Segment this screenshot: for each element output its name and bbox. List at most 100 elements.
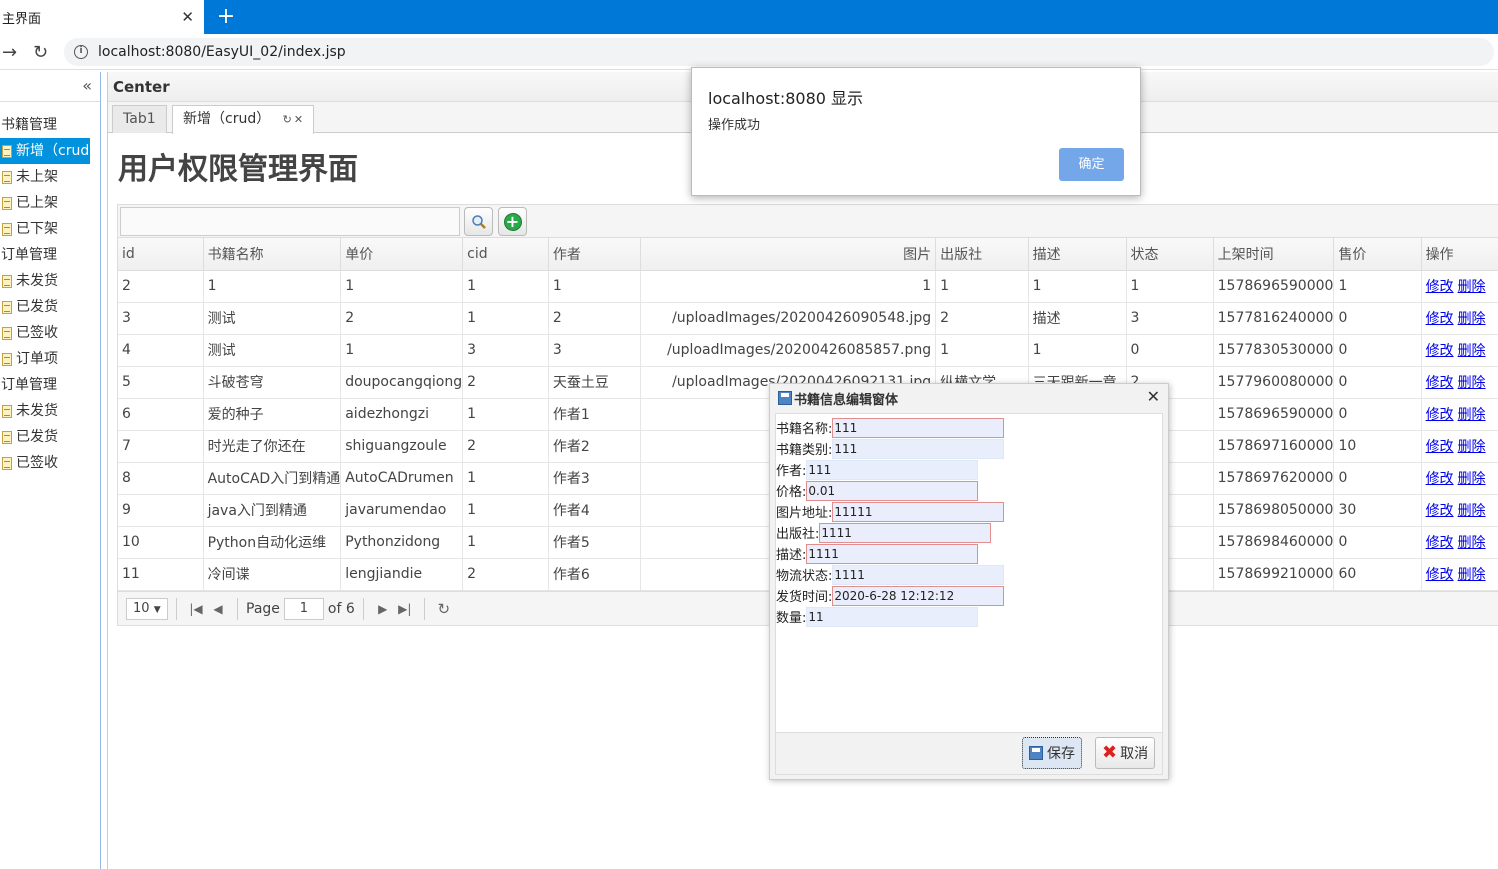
next-page-icon[interactable]: ▶ [372,602,394,616]
tree-item[interactable]: 新增（crud） [0,138,90,164]
table-cell: 1 [1028,270,1127,303]
tree-group[interactable]: 订单管理 [0,242,100,268]
edit-link[interactable]: 修改 [1426,439,1454,455]
field-input[interactable] [806,459,979,480]
field-input[interactable] [806,480,979,501]
table-cell: 2 [935,302,1029,335]
edit-link[interactable]: 修改 [1426,407,1454,423]
tree-item-label: 新增（crud） [16,143,90,159]
table-row[interactable]: 2 1 1 1 1 1 1 1 1 1578696590000 1 修改 删除 [118,270,1498,303]
column-header[interactable]: 图片 [640,238,937,271]
field-input[interactable] [832,564,1005,585]
table-cell: 0 [1333,462,1422,495]
edit-link[interactable]: 修改 [1426,343,1454,359]
table-cell: AutoCADrumen [340,462,464,495]
column-header[interactable]: 操作 [1421,238,1498,271]
column-header[interactable]: 作者 [548,238,642,271]
last-page-icon[interactable]: ▶| [394,602,416,616]
window-header[interactable]: 书籍信息编辑窗体 ✕ [770,384,1168,412]
delete-link[interactable]: 删除 [1458,311,1486,327]
reload-icon[interactable]: ↻ [33,42,48,63]
delete-link[interactable]: 删除 [1458,471,1486,487]
tree-item-label: 书籍管理 [1,117,57,133]
field-input[interactable] [806,606,979,627]
delete-link[interactable]: 删除 [1458,343,1486,359]
delete-link[interactable]: 删除 [1458,407,1486,423]
table-row[interactable]: 3 测试 2 1 2/uploadImages/20200426090548.jpg 2 描… [118,302,1498,335]
first-page-icon[interactable]: |◀ [185,602,207,616]
prev-page-icon[interactable]: ◀ [207,602,229,616]
tab-tab1[interactable]: Tab1 [112,105,167,133]
delete-link[interactable]: 删除 [1458,439,1486,455]
delete-link[interactable]: 删除 [1458,503,1486,519]
edit-link[interactable]: 修改 [1426,279,1454,295]
delete-link[interactable]: 删除 [1458,375,1486,391]
close-tab-icon[interactable]: ✕ [294,113,303,126]
edit-link[interactable]: 修改 [1426,535,1454,551]
save-button[interactable]: 保存 [1022,737,1082,769]
tree-item[interactable]: 订单项 [0,346,100,372]
table-cell: 9 [118,494,204,527]
edit-link[interactable]: 修改 [1426,503,1454,519]
field-input[interactable] [832,438,1005,459]
page-number-input[interactable]: 1 [283,597,324,620]
table-cell: 作者2 [548,430,642,463]
save-icon [778,391,792,405]
close-window-icon[interactable]: ✕ [1147,387,1160,406]
add-button[interactable]: + [498,207,527,236]
cancel-button[interactable]: ✖ 取消 [1095,737,1156,769]
tree-item[interactable]: 已上架 [0,190,100,216]
refresh-icon[interactable]: ↻ [433,600,455,618]
tree-item[interactable]: 已发货 [0,424,100,450]
column-header[interactable]: 售价 [1333,238,1422,271]
edit-link[interactable]: 修改 [1426,375,1454,391]
column-header[interactable]: cid [462,238,549,271]
tree-item[interactable]: 未发货 [0,268,100,294]
search-button[interactable] [464,207,493,236]
tab-crud[interactable]: 新增（crud） ↻ ✕ [172,105,315,134]
delete-link[interactable]: 删除 [1458,535,1486,551]
url-field[interactable]: i localhost:8080/EasyUI_02/index.jsp [64,38,1494,66]
collapse-left-icon[interactable]: « [82,76,92,95]
table-cell: 1578697160000 [1213,430,1335,463]
tree-item[interactable]: 已下架 [0,216,100,242]
edit-link[interactable]: 修改 [1426,471,1454,487]
page-size-select[interactable]: 10 ▼ [126,597,168,620]
browser-tab[interactable]: 主界面 ✕ [0,0,204,34]
column-header[interactable]: 出版社 [935,238,1029,271]
tree-item[interactable]: 已发货 [0,294,100,320]
column-header[interactable]: 描述 [1028,238,1127,271]
tree-group[interactable]: 订单管理 [0,372,100,398]
new-tab-icon[interactable]: + [214,4,238,30]
table-cell: 0 [1333,398,1422,431]
file-icon [2,456,12,470]
tree-item[interactable]: 已签收 [0,320,100,346]
table-row[interactable]: 4 测试 1 3 3/uploadImages/20200426085857.png 1 1… [118,334,1498,367]
field-input[interactable] [832,417,1005,438]
tree-item[interactable]: 未发货 [0,398,100,424]
edit-link[interactable]: 修改 [1426,567,1454,583]
forward-icon[interactable]: → [2,42,17,63]
tree-group[interactable]: 书籍管理 [0,112,100,138]
column-header[interactable]: 单价 [340,238,464,271]
field-input[interactable] [819,522,992,543]
tree-item[interactable]: 已签收 [0,450,100,476]
column-header[interactable]: 书籍名称 [203,238,342,271]
alert-ok-button[interactable]: 确定 [1059,148,1124,181]
search-input[interactable] [120,207,460,236]
column-header[interactable]: 上架时间 [1213,238,1335,271]
action-cell: 修改 删除 [1421,558,1498,591]
column-header[interactable]: 状态 [1126,238,1214,271]
field-input[interactable] [806,543,979,564]
close-tab-icon[interactable]: ✕ [181,8,194,26]
tree-item[interactable]: 未上架 [0,164,100,190]
delete-link[interactable]: 删除 [1458,279,1486,295]
table-cell: 3 [548,334,642,367]
edit-link[interactable]: 修改 [1426,311,1454,327]
refresh-tab-icon[interactable]: ↻ [283,113,292,126]
field-input[interactable] [832,585,1005,606]
delete-link[interactable]: 删除 [1458,567,1486,583]
field-input[interactable] [832,501,1005,522]
column-header[interactable]: id [118,238,204,271]
info-icon[interactable]: i [74,45,88,59]
